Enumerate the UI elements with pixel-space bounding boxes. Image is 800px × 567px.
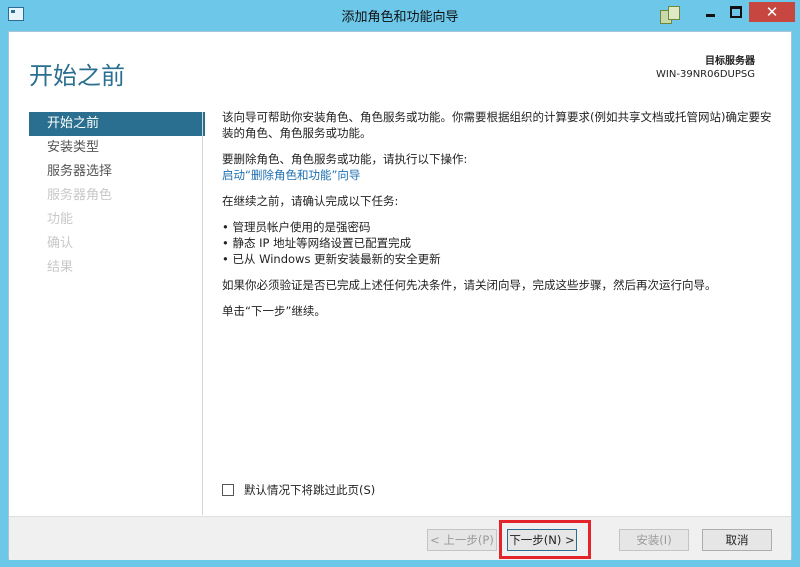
maximize-button[interactable] xyxy=(723,2,749,22)
list-item: 管理员帐户使用的是强密码 xyxy=(222,219,782,235)
minimize-button[interactable] xyxy=(697,2,723,22)
nav-item-installation-type[interactable]: 安装类型 xyxy=(29,136,205,160)
nav-item-server-roles: 服务器角色 xyxy=(47,188,113,203)
close-icon: ✕ xyxy=(765,2,779,21)
target-server-name: WIN-39NR06DUPSG xyxy=(656,69,755,80)
install-button[interactable]: 安装(I) xyxy=(619,529,689,551)
remove-text: 要删除角色、角色服务或功能，请执行以下操作: xyxy=(222,152,468,166)
remove-roles-link[interactable]: 启动“删除角色和功能”向导 xyxy=(222,168,360,182)
wizard-content: 该向导可帮助你安装角色、角色服务或功能。你需要根据组织的计算要求(例如共享文档或… xyxy=(222,109,782,329)
prerequisite-list: 管理员帐户使用的是强密码 静态 IP 地址等网络设置已配置完成 已从 Windo… xyxy=(222,219,782,267)
click-next-text: 单击“下一步”继续。 xyxy=(222,304,326,318)
next-button[interactable]: 下一步(N) > xyxy=(507,529,577,551)
nav-divider xyxy=(202,112,203,515)
nav-item-confirmation: 确认 xyxy=(47,236,74,251)
remove-section: 要删除角色、角色服务或功能，请执行以下操作: 启动“删除角色和功能”向导 xyxy=(222,151,782,183)
list-item: 静态 IP 地址等网络设置已配置完成 xyxy=(222,235,782,251)
page-title: 开始之前 xyxy=(29,62,125,90)
nav-item-before-you-begin[interactable]: 开始之前 xyxy=(29,112,205,136)
cancel-button[interactable]: 取消 xyxy=(702,529,772,551)
wizard-footer: < 上一步(P) 下一步(N) > 安装(I) 取消 xyxy=(9,516,791,560)
skip-page-checkbox[interactable] xyxy=(222,484,234,496)
list-item: 已从 Windows 更新安装最新的安全更新 xyxy=(222,251,782,267)
wizard-window: 添加角色和功能向导 ✕ 开始之前 目标服务器 WIN-39NR06DUPSG 开… xyxy=(0,0,800,567)
previous-button[interactable]: < 上一步(P) xyxy=(427,529,497,551)
nav-item-features: 功能 xyxy=(47,212,74,227)
title-bar: 添加角色和功能向导 ✕ xyxy=(0,0,800,30)
skip-page-label: 默认情况下将跳过此页(S) xyxy=(244,483,376,497)
minimize-icon xyxy=(705,13,715,17)
nav-item-results: 结果 xyxy=(47,260,74,275)
intro-text: 该向导可帮助你安装角色、角色服务或功能。你需要根据组织的计算要求(例如共享文档或… xyxy=(222,110,772,140)
server-manager-icon xyxy=(660,6,682,24)
target-server-info: 目标服务器 WIN-39NR06DUPSG xyxy=(656,55,755,81)
wizard-client-area: 开始之前 目标服务器 WIN-39NR06DUPSG 开始之前 安装类型 服务器… xyxy=(8,31,792,560)
wizard-nav: 开始之前 安装类型 服务器选择 服务器角色 功能 确认 结果 xyxy=(29,112,205,280)
maximize-icon xyxy=(730,6,742,18)
target-server-label: 目标服务器 xyxy=(705,56,755,67)
nav-item-server-selection[interactable]: 服务器选择 xyxy=(29,160,205,184)
verify-text: 如果你必须验证是否已完成上述任何先决条件，请关闭向导，完成这些步骤，然后再次运行… xyxy=(222,278,717,292)
confirm-text: 在继续之前，请确认完成以下任务: xyxy=(222,194,399,208)
close-button[interactable]: ✕ xyxy=(749,2,795,22)
skip-page-option[interactable]: 默认情况下将跳过此页(S) xyxy=(222,482,375,498)
